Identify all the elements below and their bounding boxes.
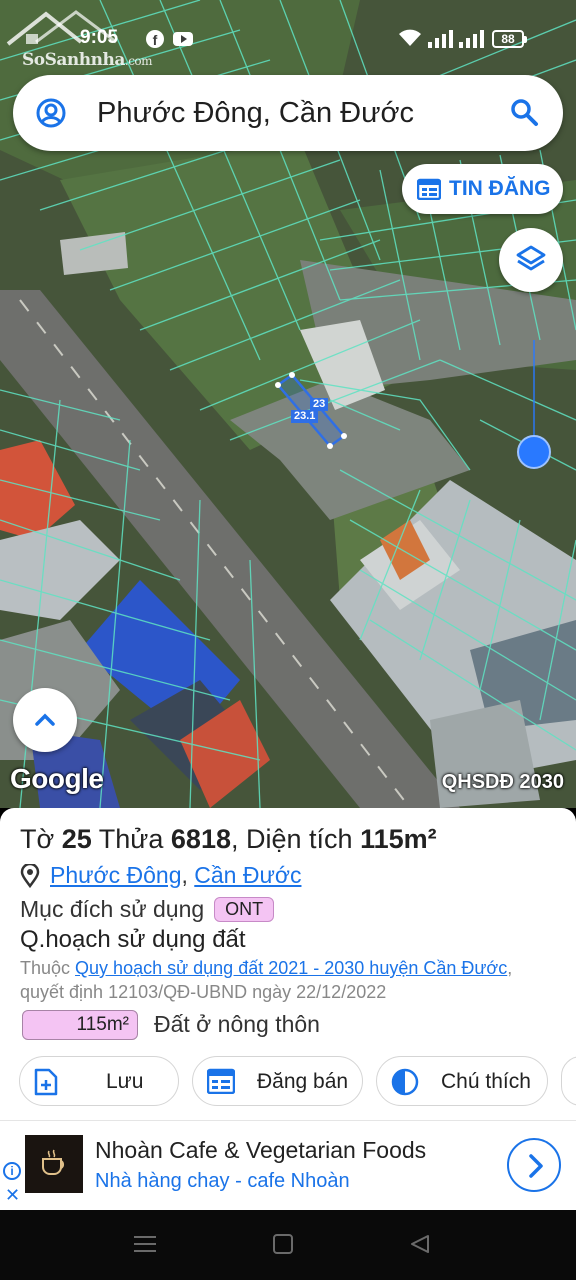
menu-icon[interactable]	[134, 1234, 156, 1254]
location-pin-icon	[20, 864, 40, 888]
plan-link[interactable]: Quy hoạch sử dụng đất 2021 - 2030 huyện …	[75, 958, 507, 978]
search-query[interactable]: Phước Đông, Cần Đước	[97, 97, 414, 130]
calendar-icon	[417, 178, 441, 200]
parcel-title: Tờ 25 Thửa 6818, Diện tích 115m²	[20, 824, 437, 854]
back-icon[interactable]	[410, 1234, 430, 1254]
layers-icon	[516, 245, 546, 271]
google-attribution: Google	[10, 763, 104, 794]
signal-icon	[459, 30, 484, 48]
commune-link[interactable]: Phước Đông	[50, 862, 182, 888]
ad-banner[interactable]: i ✕ Nhoàn Cafe & Vegetarian Foods Nhà hà…	[0, 1120, 576, 1210]
overlay-label: QHSDĐ 2030	[441, 771, 564, 793]
facebook-icon: f	[146, 30, 164, 48]
search-icon[interactable]	[509, 97, 539, 127]
post-sale-button[interactable]: Đăng bán	[192, 1056, 363, 1106]
post-listing-label: TIN ĐĂNG	[449, 177, 551, 200]
ad-open-button[interactable]	[507, 1138, 561, 1192]
account-icon[interactable]	[35, 97, 67, 129]
location-dot	[518, 436, 550, 468]
land-use-badge: ONT	[214, 897, 275, 922]
plan-heading: Q.hoạch sử dụng đất	[20, 926, 246, 953]
save-button[interactable]: Lưu	[19, 1056, 179, 1106]
more-actions-button[interactable]	[561, 1056, 576, 1106]
area-type: Đất ở nông thôn	[154, 1011, 320, 1037]
ad-title: Nhoàn Cafe & Vegetarian Foods	[95, 1137, 427, 1163]
clock: 9:05	[80, 27, 119, 48]
search-bar[interactable]: Phước Đông, Cần Đước	[13, 75, 563, 151]
legend-icon	[391, 1068, 419, 1096]
parcel-label-23-1: 23.1	[291, 410, 319, 423]
district-link[interactable]: Cần Đước	[194, 862, 301, 888]
home-icon[interactable]	[273, 1234, 293, 1254]
post-listing-button[interactable]: TIN ĐĂNG	[402, 164, 563, 214]
satellite-map[interactable]: 23 23.1 SoSanhnha.com 9:05 f 88 Phước Đô…	[0, 0, 576, 808]
expand-button[interactable]	[13, 688, 77, 752]
layers-button[interactable]	[499, 228, 563, 292]
navigation-bar	[0, 1210, 576, 1280]
close-icon[interactable]: ✕	[5, 1185, 20, 1206]
battery-icon: 88	[492, 30, 527, 48]
calendar-icon	[207, 1068, 235, 1094]
info-icon[interactable]: i	[3, 1162, 21, 1180]
parcel-info-sheet: Tờ 25 Thửa 6818, Diện tích 115m² Phước Đ…	[0, 808, 576, 1120]
area-badge: 115m²	[22, 1010, 138, 1040]
ad-subtitle: Nhà hàng chay - cafe Nhoàn	[95, 1170, 350, 1192]
wifi-icon	[399, 29, 421, 46]
chevron-right-icon	[529, 1154, 543, 1178]
youtube-icon	[173, 32, 193, 46]
add-file-icon	[34, 1068, 58, 1096]
land-use-purpose: Mục đích sử dụng ONT	[20, 896, 275, 923]
legend-button[interactable]: Chú thích	[376, 1056, 548, 1106]
signal-icon	[428, 30, 453, 48]
plan-reference: Thuộc Quy hoạch sử dụng đất 2021 - 2030 …	[20, 958, 513, 1002]
ad-logo	[25, 1135, 83, 1193]
status-bar: 9:05 f 88	[0, 22, 576, 58]
chevron-up-icon	[35, 713, 55, 726]
